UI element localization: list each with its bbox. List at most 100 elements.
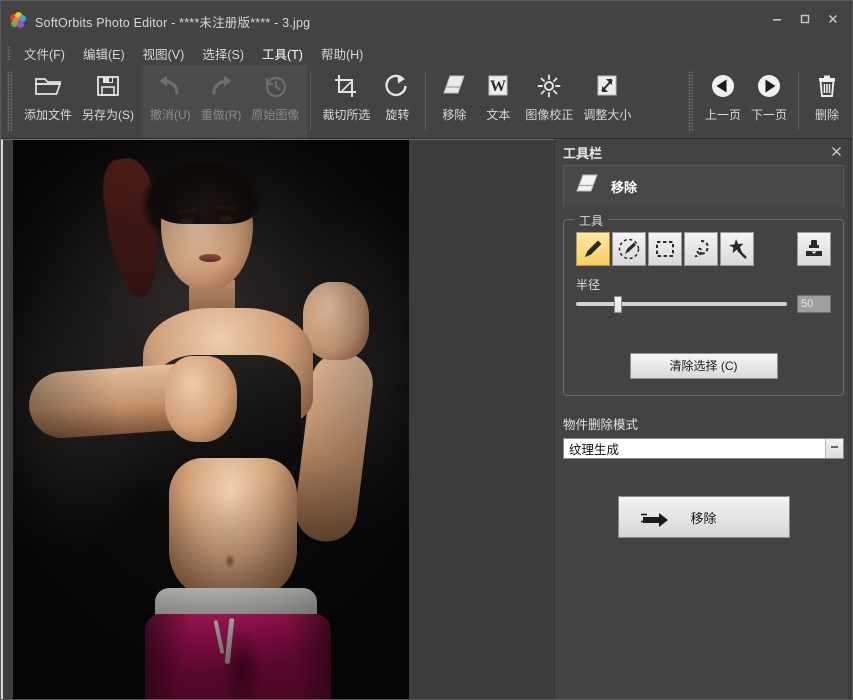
redo-label: 重做(R) xyxy=(200,108,242,122)
redo-button[interactable]: 重做(R) xyxy=(196,65,247,127)
toolbar-group-delete: 删除 xyxy=(802,65,852,138)
menu-item-file[interactable]: 文件(F) xyxy=(15,42,74,65)
eraser-tool-button[interactable] xyxy=(612,232,646,266)
minimize-icon[interactable] xyxy=(764,9,790,29)
brightness-sun-icon xyxy=(535,71,563,101)
image-canvas[interactable] xyxy=(1,139,554,699)
prev-page-icon xyxy=(709,71,737,101)
toolbar-group-file: 添加文件 另存为(S) xyxy=(16,65,142,138)
remove-action-button[interactable]: 移除 xyxy=(617,496,790,538)
svg-text:W: W xyxy=(490,78,506,95)
dashed-eraser-icon xyxy=(618,238,640,260)
slider-thumb[interactable] xyxy=(613,296,622,313)
rotate-label: 旋转 xyxy=(385,108,410,122)
arrow-right-icon xyxy=(640,509,671,530)
toolbar-drag-grip[interactable] xyxy=(7,71,12,132)
chevron-down-icon[interactable] xyxy=(825,439,843,458)
clone-stamp-tool-button[interactable] xyxy=(797,232,831,266)
panel-title-label: 工具栏 xyxy=(563,145,603,161)
panel-title-bar: 工具栏 xyxy=(555,139,852,165)
toolbar-separator-2 xyxy=(425,73,427,130)
panel-section-header: 移除 xyxy=(563,165,844,207)
magic-wand-tool-button[interactable] xyxy=(720,232,754,266)
lasso-tool-button[interactable] xyxy=(684,232,718,266)
text-tool-button[interactable]: W 文本 xyxy=(476,65,520,127)
clone-stamp-icon xyxy=(806,240,822,256)
menu-item-view[interactable]: 视图(V) xyxy=(134,42,194,65)
delete-label: 删除 xyxy=(814,108,839,122)
rotate-button[interactable]: 旋转 xyxy=(375,65,419,127)
image-correction-button[interactable]: 图像校正 xyxy=(520,65,578,127)
lasso-icon xyxy=(694,240,709,258)
pencil-icon xyxy=(585,240,602,257)
menu-item-help[interactable]: 帮助(H) xyxy=(312,42,372,65)
resize-label: 调整大小 xyxy=(583,108,632,122)
next-page-label: 下一页 xyxy=(750,108,787,122)
add-file-button[interactable]: 添加文件 xyxy=(19,65,77,127)
panel-section-label: 移除 xyxy=(611,180,638,195)
menu-item-edit[interactable]: 编辑(E) xyxy=(74,42,134,65)
radius-slider-row: 50 xyxy=(576,295,831,313)
window-title: SoftOrbits Photo Editor - ****未注册版**** -… xyxy=(35,15,311,30)
close-icon[interactable] xyxy=(820,9,846,29)
toolbar-drag-grip-right[interactable] xyxy=(687,71,693,132)
crop-icon xyxy=(332,71,360,101)
butterfly-logo-icon xyxy=(9,12,27,30)
rectangle-select-tool-button[interactable] xyxy=(648,232,682,266)
undo-label: 撤消(U) xyxy=(150,108,191,122)
window-controls xyxy=(764,9,846,29)
toolbar-group-navigation: 上一页 下一页 xyxy=(697,65,795,138)
toolbar-group-history: 撤消(U) 重做(R) 原始图像 xyxy=(142,65,308,138)
panel-close-icon[interactable] xyxy=(831,145,842,160)
photo-image[interactable] xyxy=(13,140,409,699)
radius-value-field[interactable]: 50 xyxy=(797,295,831,313)
next-page-button[interactable]: 下一页 xyxy=(746,65,792,127)
text-tool-label: 文本 xyxy=(486,108,511,122)
menu-item-tools[interactable]: 工具(T) xyxy=(253,42,312,65)
brush-tool-button[interactable] xyxy=(576,232,610,266)
menu-drag-grip[interactable] xyxy=(7,46,11,60)
eraser-icon xyxy=(574,172,602,201)
tool-panel: 工具栏 移除 工具 半径 50 清除选择 (C) 物件删除模式 纹理生成 移除 xyxy=(554,139,852,699)
text-w-icon: W xyxy=(485,71,511,101)
slider-track xyxy=(576,302,787,306)
radius-slider[interactable] xyxy=(576,295,787,313)
toolbar-group-transform: 裁切所选 旋转 xyxy=(314,65,422,138)
tools-fieldset-legend: 工具 xyxy=(574,212,609,229)
rectangle-marquee-icon xyxy=(656,241,674,257)
remove-tool-button[interactable]: 移除 xyxy=(432,65,476,127)
undo-button[interactable]: 撤消(U) xyxy=(145,65,196,127)
menu-item-select[interactable]: 选择(S) xyxy=(193,42,253,65)
clock-revert-icon xyxy=(261,71,289,101)
magic-wand-icon xyxy=(729,239,747,259)
panel-scrollbar[interactable] xyxy=(848,139,852,699)
tools-row xyxy=(576,232,831,266)
object-removal-mode-value: 纹理生成 xyxy=(569,443,620,457)
crop-selection-label: 裁切所选 xyxy=(322,108,371,122)
clear-selection-button[interactable]: 清除选择 (C) xyxy=(629,353,778,379)
panel-content: 移除 工具 半径 50 清除选择 (C) 物件删除模式 纹理生成 移除 xyxy=(555,165,852,699)
remove-tool-label: 移除 xyxy=(442,108,467,122)
main-toolbar: 添加文件 另存为(S) 撤消(U) 重做(R) 原始图像 裁切所选 旋转 移除 … xyxy=(1,65,852,139)
prev-page-label: 上一页 xyxy=(704,108,741,122)
menu-bar: 文件(F) 编辑(E) 视图(V) 选择(S) 工具(T) 帮助(H) xyxy=(1,41,852,65)
resize-button[interactable]: 调整大小 xyxy=(578,65,636,127)
eraser-icon xyxy=(440,71,468,101)
image-correction-label: 图像校正 xyxy=(525,108,574,122)
toolbar-separator-3 xyxy=(798,73,799,130)
original-image-label: 原始图像 xyxy=(251,108,300,122)
undo-arrow-icon xyxy=(155,71,185,101)
crop-selection-button[interactable]: 裁切所选 xyxy=(317,65,375,127)
save-as-button[interactable]: 另存为(S) xyxy=(77,65,139,127)
save-as-label: 另存为(S) xyxy=(82,108,135,122)
original-image-button[interactable]: 原始图像 xyxy=(246,65,304,127)
add-file-label: 添加文件 xyxy=(24,108,73,122)
maximize-icon[interactable] xyxy=(792,9,818,29)
object-removal-mode-select[interactable]: 纹理生成 xyxy=(563,438,844,459)
open-folder-icon xyxy=(33,71,63,101)
prev-page-button[interactable]: 上一页 xyxy=(700,65,746,127)
toolbar-separator-1 xyxy=(310,73,312,130)
object-removal-mode-label: 物件删除模式 xyxy=(563,418,639,432)
delete-button[interactable]: 删除 xyxy=(805,65,849,127)
application-window: SoftOrbits Photo Editor - ****未注册版**** -… xyxy=(0,0,853,700)
